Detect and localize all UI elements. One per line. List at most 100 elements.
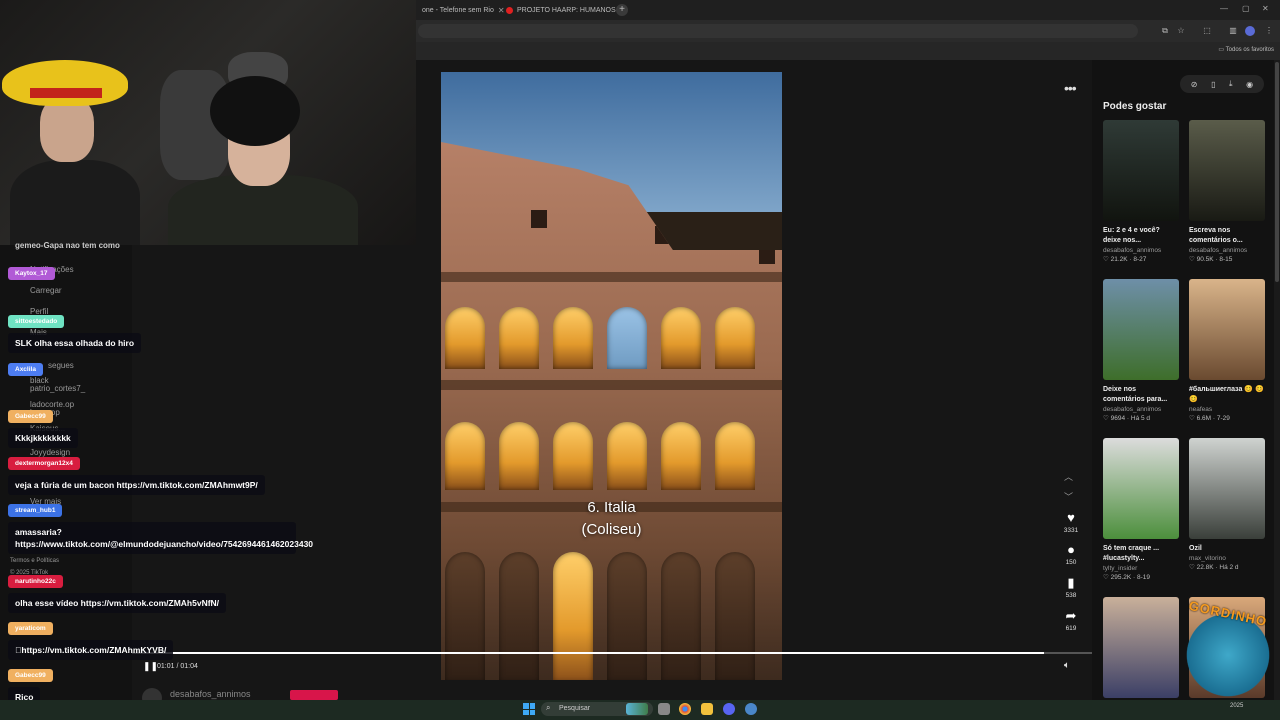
folder-icon[interactable] <box>701 703 713 715</box>
recommended-video-card[interactable]: #бальшиеглаза 😊 😊😊 neafeas ♡ 6.6M · 7-29 <box>1189 279 1265 422</box>
windows-start-icon[interactable] <box>523 703 535 715</box>
like-count: 3331 <box>1063 527 1079 534</box>
video-thumbnail[interactable] <box>1189 438 1265 539</box>
panel-toolbar: ⊘ ▯ ⤓ ◉ <box>1180 75 1264 93</box>
panel-title: Podes gostar <box>1103 101 1167 112</box>
all-bookmarks-link[interactable]: ▭ Todos os favoritos <box>1218 46 1274 53</box>
chat-username: Gabecc99 <box>8 410 53 423</box>
share-icon: ➦ <box>1065 608 1077 623</box>
maximize-icon[interactable]: ▢ <box>1242 4 1250 13</box>
recommended-video-card[interactable]: Eu: 2 e 4 e você? deixe nos... desabafos_… <box>1103 120 1179 263</box>
previous-video-icon[interactable]: ︿ <box>1064 470 1073 483</box>
new-tab-button[interactable]: + <box>616 4 628 16</box>
card-meta: ♡ 295.2K · 8-19 <box>1103 574 1151 581</box>
sidebar-account[interactable]: patrio_cortes7_ <box>30 384 85 393</box>
caption-line-1: 6. Italia <box>587 499 636 516</box>
recommended-video-card[interactable]: Só tem craque ... #lucastylty... tylty_in… <box>1103 438 1179 581</box>
video-progress-bar[interactable] <box>132 652 1092 654</box>
more-options-icon[interactable]: ••• <box>1064 80 1077 96</box>
follow-button[interactable] <box>290 690 338 700</box>
sidebar-terms[interactable]: Termos e Políticas <box>10 558 59 564</box>
sidepanel-icon[interactable]: ▥ <box>1228 27 1238 35</box>
chat-message: olha esse vídeo https://vm.tiktok.com/ZM… <box>8 593 227 613</box>
video-thumbnail[interactable] <box>1103 597 1179 698</box>
settings-icon[interactable] <box>745 703 757 715</box>
author-name[interactable]: desabafos_annimos <box>170 689 251 699</box>
comment-icon: ● <box>1067 542 1075 557</box>
volume-icon[interactable]: 🔈︎ <box>1064 660 1070 671</box>
card-author: desabafos_annimos <box>1103 406 1162 413</box>
card-author: tylty_insider <box>1103 565 1138 572</box>
share-button[interactable]: ➦ 619 <box>1060 608 1082 633</box>
chrome-icon[interactable] <box>679 703 691 715</box>
chat-message:  https://vm.tiktok.com/ZMAhmKYVB/ <box>8 640 174 660</box>
share-count: 619 <box>1065 625 1077 632</box>
card-meta: ♡ 22.8K · Há 2 d <box>1189 564 1239 571</box>
progress-fill <box>132 652 1044 654</box>
comment-count: 150 <box>1065 559 1077 566</box>
discord-icon[interactable] <box>723 703 735 715</box>
tab-telefone[interactable]: one - Telefone sem Rio ✕ <box>416 2 511 18</box>
card-title: Deixe nos comentários para... <box>1103 386 1168 403</box>
youtube-icon <box>506 6 513 14</box>
video-player[interactable]: 6. Italia (Coliseu) <box>441 72 782 680</box>
avatar-icon[interactable]: ◉ <box>1246 80 1253 89</box>
webcam-overlay <box>0 0 416 245</box>
profile-avatar[interactable] <box>1245 26 1255 36</box>
video-thumbnail[interactable] <box>1103 279 1179 380</box>
next-video-icon[interactable]: ﹀ <box>1064 490 1073 503</box>
chat-message: amassaria? https://www.tiktok.com/@elmun… <box>8 522 313 554</box>
save-count: 538 <box>1065 592 1077 599</box>
minimize-icon[interactable]: — <box>1220 4 1228 13</box>
phone-icon[interactable]: ▯ <box>1211 80 1215 89</box>
sidebar-item-upload[interactable]: Carregar <box>30 286 62 295</box>
bookmark-icon: ▮ <box>1067 575 1075 590</box>
chat-message: veja a fúria de um bacon https://vm.tikt… <box>8 475 265 495</box>
bookmarks-label: Todos os favoritos <box>1225 47 1274 53</box>
video-thumbnail[interactable] <box>1103 438 1179 539</box>
pause-icon[interactable]: ❚❚ <box>143 661 158 672</box>
recommended-video-card[interactable]: Deixe nos comentários para... desabafos_a… <box>1103 279 1179 422</box>
task-view-icon[interactable] <box>658 703 670 715</box>
recommended-video-card[interactable]: Escreva nos comentários o... desabafos_an… <box>1189 120 1265 263</box>
like-button[interactable]: ♥ 3331 <box>1060 510 1082 535</box>
recommended-video-card[interactable]: Ozil max_vitorino ♡ 22.8K · Há 2 d <box>1189 438 1265 571</box>
search-placeholder: Pesquisar <box>559 705 591 712</box>
close-window-icon[interactable]: ✕ <box>1262 4 1269 13</box>
chat-message: SLK olha essa olhada do hiro <box>8 333 142 353</box>
hat-band <box>30 88 102 98</box>
chat-username: Gabecc99 <box>8 669 53 682</box>
widget-icon[interactable] <box>626 703 648 715</box>
video-thumbnail[interactable] <box>1103 120 1179 221</box>
address-bar[interactable] <box>418 24 1138 38</box>
clock-date: 2025 <box>1230 703 1244 709</box>
sidebar-account[interactable]: Joyydesign <box>30 448 70 457</box>
download-icon[interactable]: ⤓ <box>1229 79 1233 89</box>
card-meta: ♡ 6.6M · 7-29 <box>1189 415 1230 422</box>
menu-icon[interactable]: ⋮ <box>1264 27 1274 35</box>
save-button[interactable]: ▮ 538 <box>1060 575 1082 600</box>
star-icon[interactable]: ☆ <box>1176 27 1186 35</box>
chat-username: yaraticom <box>8 622 53 635</box>
bookmarks-bar <box>416 42 1280 60</box>
card-title: Escreva nos comentários o... <box>1189 227 1243 244</box>
card-title: #бальшиеглаза 😊 😊😊 <box>1189 386 1264 403</box>
chat-message: Kkkjkkkkkkkk <box>8 428 78 448</box>
chat-username: Kaytox_17 <box>8 267 55 280</box>
video-thumbnail[interactable] <box>1189 279 1265 380</box>
colosseum-image <box>441 142 782 680</box>
caption-line-2: (Coliseu) <box>581 521 642 538</box>
chat-username: Axclila <box>8 363 43 376</box>
video-time: 01:01 / 01:04 <box>157 663 198 670</box>
cast-icon[interactable]: ⧉ <box>1160 27 1170 35</box>
recommended-video-card[interactable] <box>1103 597 1179 703</box>
card-title: Só tem craque ... #lucastylty... <box>1103 545 1160 562</box>
compass-icon[interactable]: ⊘ <box>1191 80 1198 89</box>
scrollbar-thumb[interactable] <box>1275 62 1279 282</box>
comment-button[interactable]: ● 150 <box>1060 542 1082 567</box>
tab-projeto-haarp[interactable]: PROJETO HAARP: HUMANOS ✕ <box>500 2 632 18</box>
heart-icon: ♥ <box>1067 510 1075 525</box>
card-author: neafeas <box>1189 406 1213 413</box>
extensions-icon[interactable]: ⬚ <box>1202 27 1212 35</box>
video-thumbnail[interactable] <box>1189 120 1265 221</box>
